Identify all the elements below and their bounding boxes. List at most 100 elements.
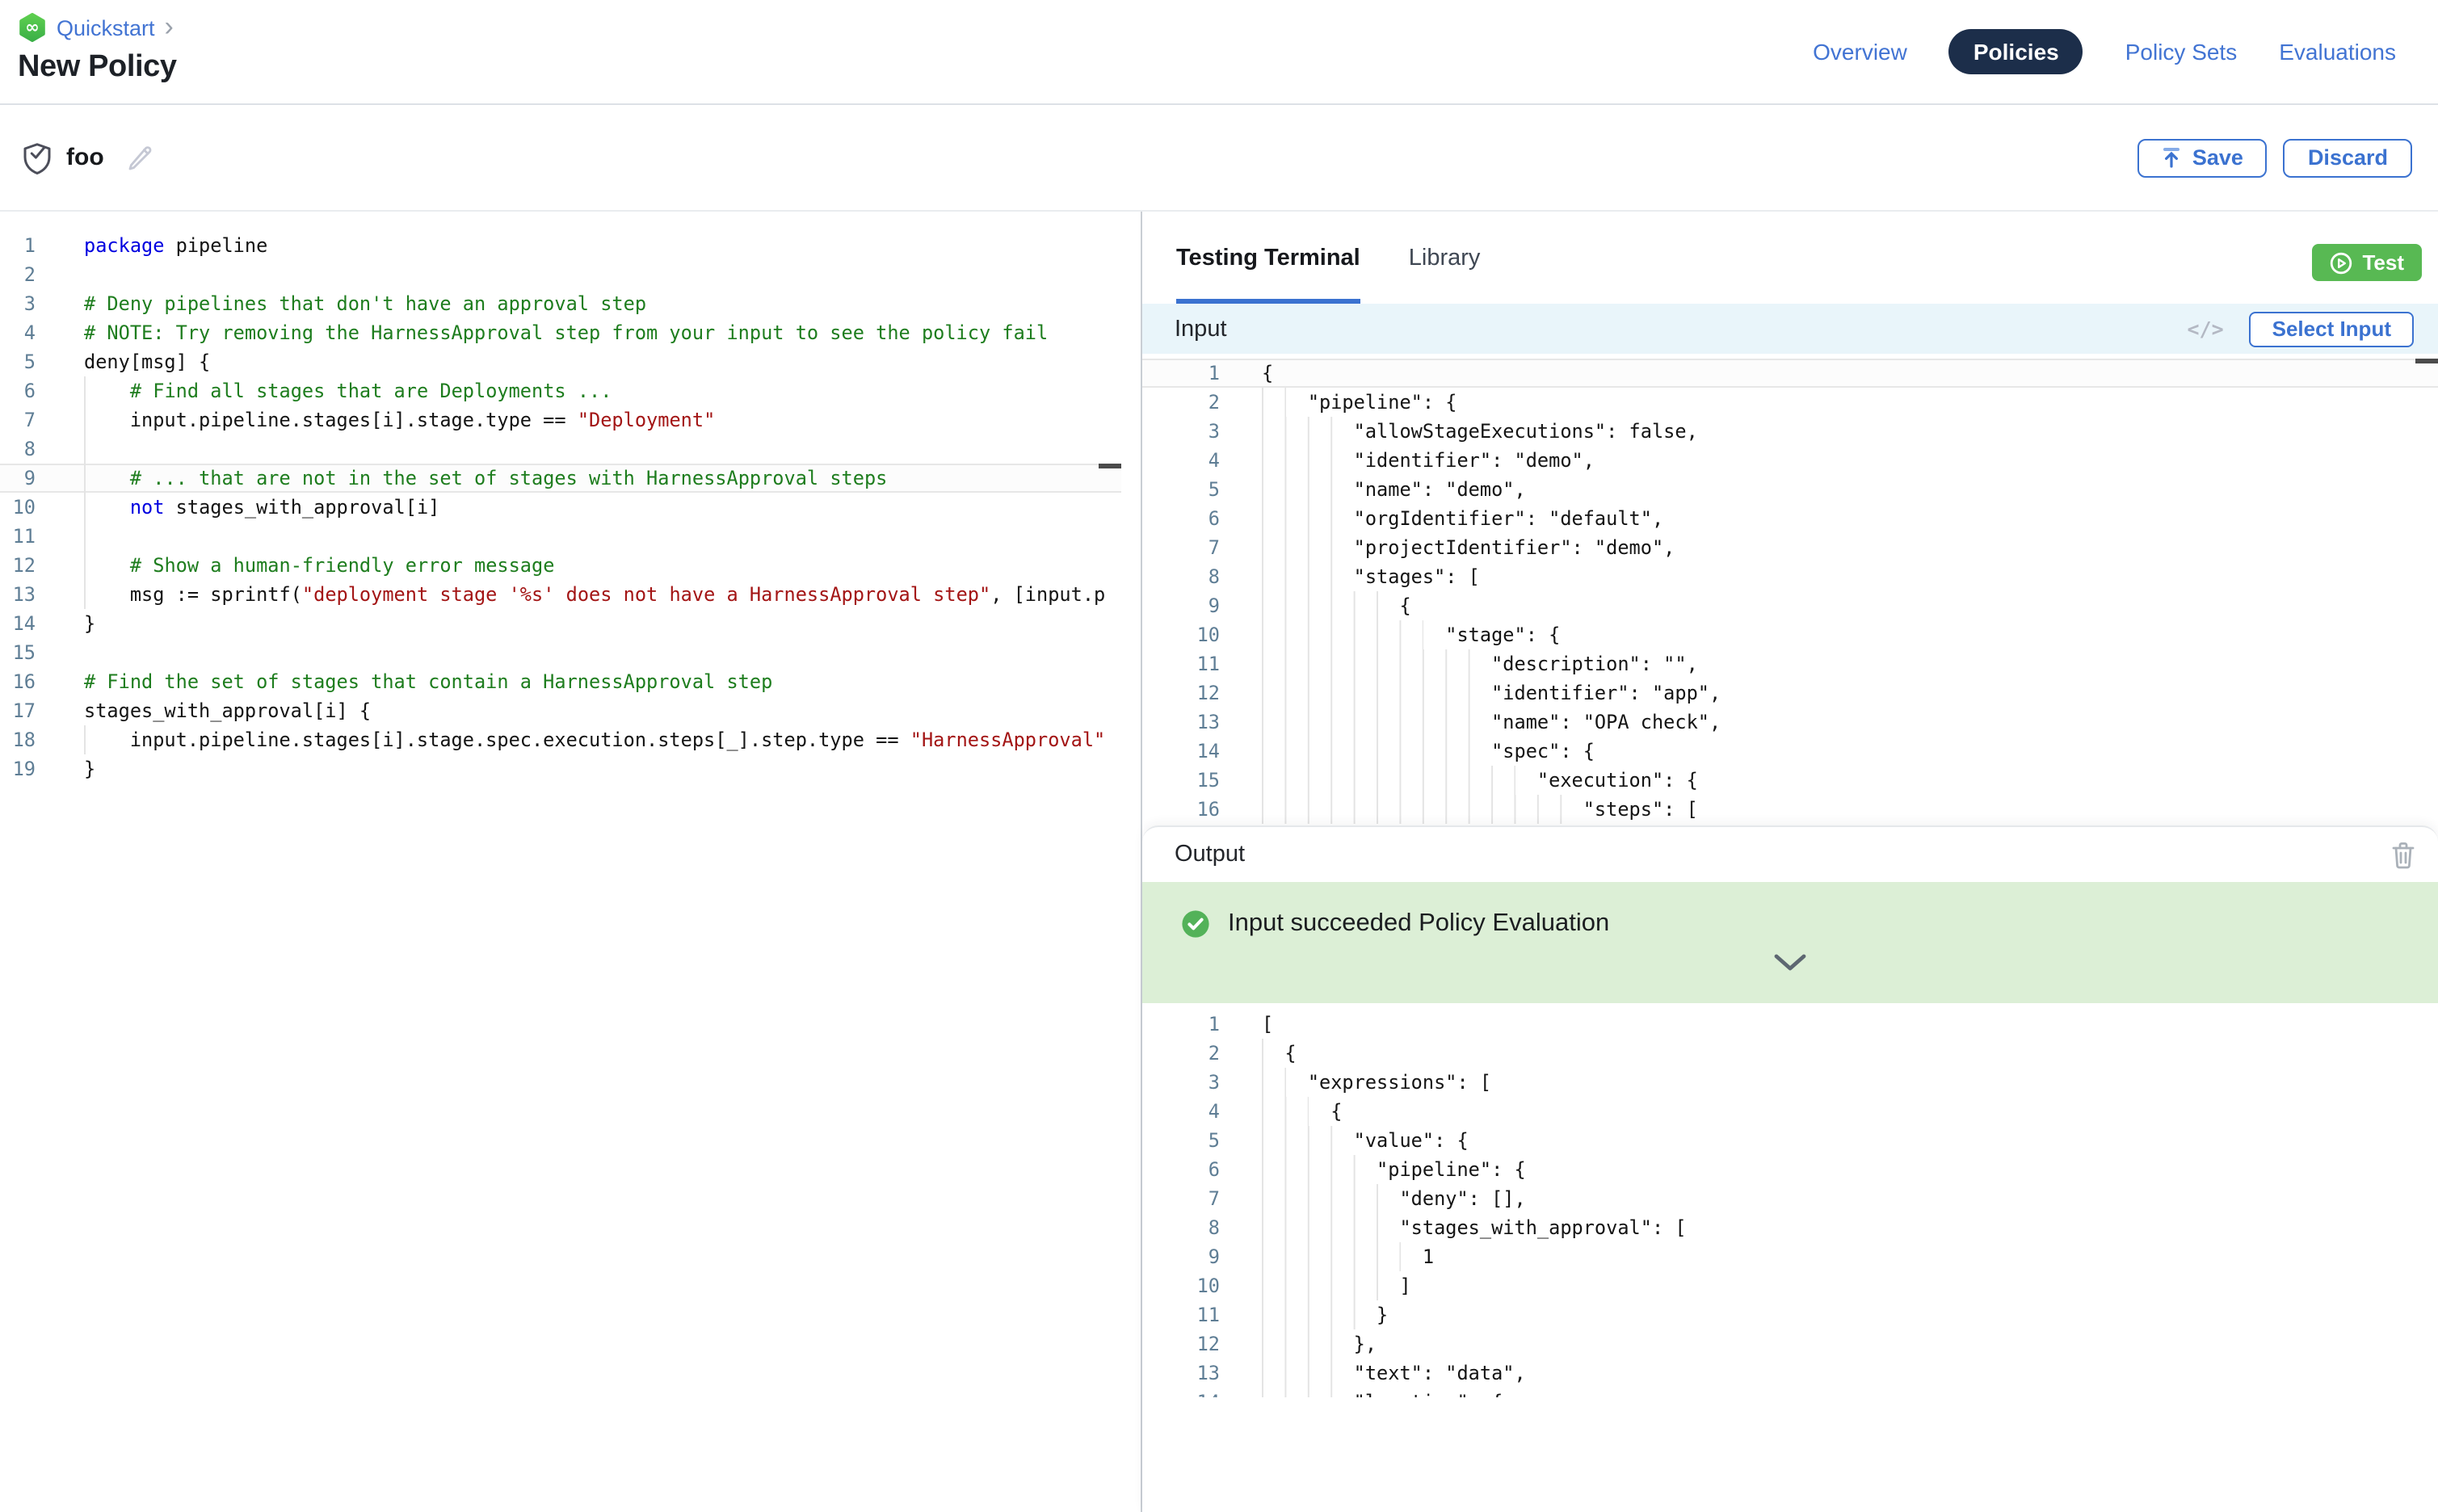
line-number: 8 xyxy=(1142,562,1220,591)
code-line[interactable]: 13 "text": "data", xyxy=(1142,1359,2438,1388)
page-header: ∞ Quickstart › New Policy Overview Polic… xyxy=(0,0,2438,105)
line-number: 16 xyxy=(0,667,36,696)
line-number: 6 xyxy=(1142,1155,1220,1184)
code-line[interactable]: 16# Find the set of stages that contain … xyxy=(0,667,1121,696)
panel-tabs: Testing Terminal Library xyxy=(1142,212,2438,304)
nav-item-policies[interactable]: Policies xyxy=(1949,29,2083,74)
line-number: 2 xyxy=(0,260,36,289)
line-number: 6 xyxy=(1142,504,1220,533)
line-number: 16 xyxy=(1142,795,1220,824)
evaluation-status-message: Input succeeded Policy Evaluation xyxy=(1228,909,1609,939)
code-line[interactable]: 8 xyxy=(0,435,1121,464)
code-line[interactable]: 9 # ... that are not in the set of stage… xyxy=(0,464,1121,493)
line-number: 13 xyxy=(1142,708,1220,737)
code-line[interactable]: 1[ xyxy=(1142,1010,2438,1039)
code-line[interactable]: 10 "stage": { xyxy=(1142,620,2438,649)
code-line[interactable]: 5 "value": { xyxy=(1142,1126,2438,1155)
code-line[interactable]: 7 "projectIdentifier": "demo", xyxy=(1142,533,2438,562)
code-line[interactable]: 6 "orgIdentifier": "default", xyxy=(1142,504,2438,533)
chevron-down-icon[interactable] xyxy=(1772,953,1808,972)
code-line[interactable]: 14 "spec": { xyxy=(1142,737,2438,766)
code-line[interactable]: 5deny[msg] { xyxy=(0,347,1121,376)
tab-library[interactable]: Library xyxy=(1409,212,1481,304)
nav-item-overview[interactable]: Overview xyxy=(1813,39,1907,65)
line-number: 4 xyxy=(1142,446,1220,475)
code-line[interactable]: 8 "stages_with_approval": [ xyxy=(1142,1213,2438,1242)
policy-editor-page: ∞ Quickstart › New Policy Overview Polic… xyxy=(0,0,2438,1512)
code-line[interactable]: 12 }, xyxy=(1142,1329,2438,1359)
code-line[interactable]: 13 msg := sprintf("deployment stage '%s'… xyxy=(0,580,1121,609)
tab-testing-terminal[interactable]: Testing Terminal xyxy=(1176,212,1360,304)
code-line[interactable]: 10 not stages_with_approval[i] xyxy=(0,493,1121,522)
line-number: 5 xyxy=(1142,475,1220,504)
code-line[interactable]: 14 "location": { xyxy=(1142,1388,2438,1397)
line-number: 7 xyxy=(0,405,36,435)
code-line[interactable]: 11 xyxy=(0,522,1121,551)
shield-check-icon xyxy=(23,141,52,174)
code-line[interactable]: 1package pipeline xyxy=(0,231,1121,260)
line-number: 11 xyxy=(0,522,36,551)
play-icon xyxy=(2330,251,2352,274)
code-line[interactable]: 14} xyxy=(0,609,1121,638)
code-line[interactable]: 8 "stages": [ xyxy=(1142,562,2438,591)
test-button[interactable]: Test xyxy=(2312,244,2422,281)
code-line[interactable]: 5 "name": "demo", xyxy=(1142,475,2438,504)
code-line[interactable]: 3 "allowStageExecutions": false, xyxy=(1142,417,2438,446)
line-number: 15 xyxy=(1142,766,1220,795)
policy-code-editor[interactable]: 1package pipeline23# Deny pipelines that… xyxy=(0,212,1121,1512)
code-line[interactable]: 7 "deny": [], xyxy=(1142,1184,2438,1213)
code-line[interactable]: 16 "steps": [ xyxy=(1142,795,2438,824)
code-line[interactable]: 9 1 xyxy=(1142,1242,2438,1271)
code-line[interactable]: 2 { xyxy=(1142,1039,2438,1068)
breadcrumb-link-quickstart[interactable]: Quickstart xyxy=(57,15,155,40)
discard-button[interactable]: Discard xyxy=(2284,138,2412,177)
code-line[interactable]: 7 input.pipeline.stages[i].stage.type ==… xyxy=(0,405,1121,435)
line-number: 3 xyxy=(0,289,36,318)
line-number: 12 xyxy=(0,551,36,580)
svg-text:∞: ∞ xyxy=(25,17,40,36)
line-number: 2 xyxy=(1142,388,1220,417)
code-line[interactable]: 11 } xyxy=(1142,1300,2438,1329)
code-line[interactable]: 15 "execution": { xyxy=(1142,766,2438,795)
code-line[interactable]: 11 "description": "", xyxy=(1142,649,2438,678)
output-section-header: Output xyxy=(1142,827,2438,882)
line-number: 2 xyxy=(1142,1039,1220,1068)
code-line[interactable]: 1{ xyxy=(1142,359,2438,388)
line-number: 10 xyxy=(0,493,36,522)
select-input-button[interactable]: Select Input xyxy=(2250,311,2414,346)
line-number: 10 xyxy=(1142,620,1220,649)
code-line[interactable]: 12 # Show a human-friendly error message xyxy=(0,551,1121,580)
code-line[interactable]: 6 "pipeline": { xyxy=(1142,1155,2438,1184)
code-line[interactable]: 3 "expressions": [ xyxy=(1142,1068,2438,1097)
breadcrumb: ∞ Quickstart › xyxy=(18,13,174,42)
input-json-editor[interactable]: 1{2 "pipeline": {3 "allowStageExecutions… xyxy=(1142,354,2438,830)
code-line[interactable]: 6 # Find all stages that are Deployments… xyxy=(0,376,1121,405)
output-json-editor[interactable]: 1[2 {3 "expressions": [4 {5 "value": {6 … xyxy=(1142,1003,2438,1397)
code-line[interactable]: 19} xyxy=(0,754,1121,783)
code-line[interactable]: 13 "name": "OPA check", xyxy=(1142,708,2438,737)
input-section-header: Input </> Select Input xyxy=(1142,304,2438,354)
line-number: 11 xyxy=(1142,1300,1220,1329)
code-line[interactable]: 2 xyxy=(0,260,1121,289)
line-number: 4 xyxy=(0,318,36,347)
nav-item-policy-sets[interactable]: Policy Sets xyxy=(2125,39,2238,65)
code-line[interactable]: 12 "identifier": "app", xyxy=(1142,678,2438,708)
code-line[interactable]: 4# NOTE: Try removing the HarnessApprova… xyxy=(0,318,1121,347)
code-line[interactable]: 18 input.pipeline.stages[i].stage.spec.e… xyxy=(0,725,1121,754)
line-number: 4 xyxy=(1142,1097,1220,1126)
edit-pencil-icon[interactable] xyxy=(127,144,154,171)
code-line[interactable]: 17stages_with_approval[i] { xyxy=(0,696,1121,725)
testing-panel: Testing Terminal Library Test Input </> … xyxy=(1142,212,2438,1512)
upload-icon xyxy=(2162,147,2181,168)
code-line[interactable]: 4 "identifier": "demo", xyxy=(1142,446,2438,475)
code-line[interactable]: 2 "pipeline": { xyxy=(1142,388,2438,417)
code-line[interactable]: 4 { xyxy=(1142,1097,2438,1126)
nav-item-evaluations[interactable]: Evaluations xyxy=(2279,39,2396,65)
code-line[interactable]: 9 { xyxy=(1142,591,2438,620)
code-line[interactable]: 10 ] xyxy=(1142,1271,2438,1300)
code-line[interactable]: 3# Deny pipelines that don't have an app… xyxy=(0,289,1121,318)
save-button[interactable]: Save xyxy=(2137,138,2268,177)
clear-output-trash-icon[interactable] xyxy=(2391,841,2415,868)
code-brackets-icon[interactable]: </> xyxy=(2187,317,2223,341)
code-line[interactable]: 15 xyxy=(0,638,1121,667)
